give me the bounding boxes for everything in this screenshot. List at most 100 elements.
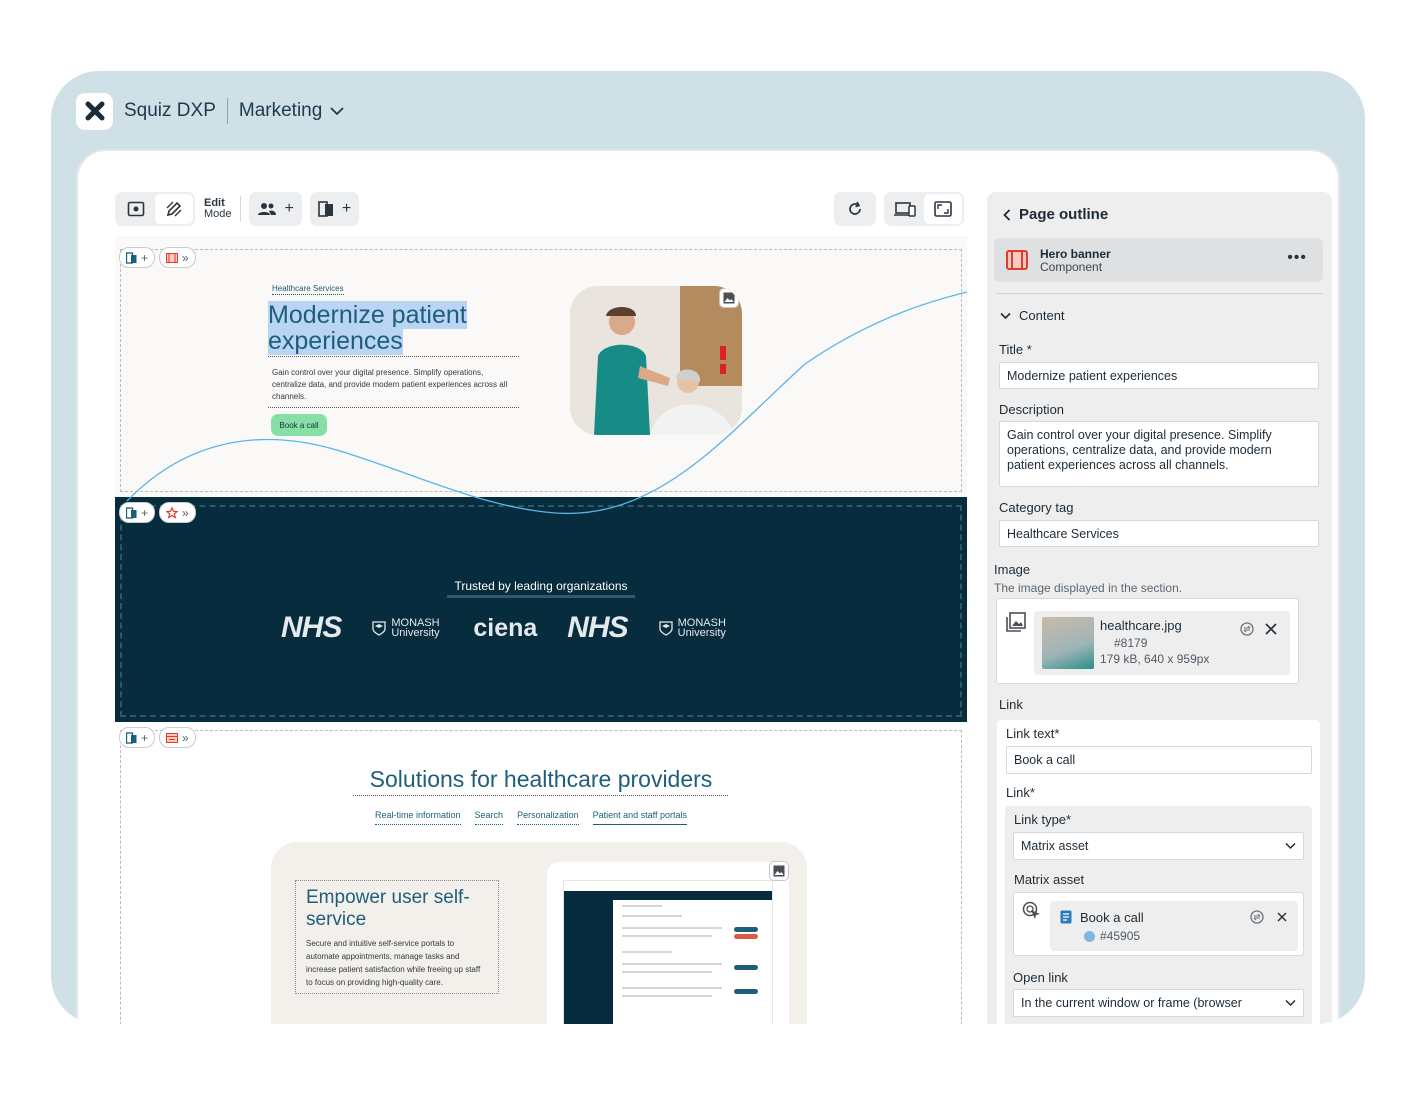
squiz-logo-icon[interactable] <box>76 92 113 130</box>
image-library-icon <box>1006 612 1026 632</box>
top-bar: Squiz DXP Marketing <box>76 91 344 131</box>
selected-asset-card: Book a call #45905 <box>1050 901 1298 951</box>
replace-icon[interactable] <box>1250 910 1264 924</box>
matrix-asset-name: Book a call <box>1080 910 1144 925</box>
link-group: Link text* Book a call Link* Link type* … <box>997 720 1320 1024</box>
portal-status-pill <box>734 989 758 994</box>
page-outline-panel: Page outline Hero banner Component ••• C… <box>987 192 1332 1024</box>
description-field[interactable]: Gain control over your digital presence.… <box>999 421 1319 487</box>
link-text-field[interactable]: Book a call <box>1006 746 1312 774</box>
link-settings: Link type* Matrix asset Matrix asset Boo… <box>1005 806 1312 1024</box>
section-controls: + » <box>119 727 196 748</box>
component-type: Component <box>1040 260 1103 274</box>
trusted-heading[interactable]: Trusted by leading organizations <box>115 579 967 593</box>
open-link-value: In the current window or frame (browser <box>1021 996 1242 1010</box>
title-field[interactable]: Modernize patient experiences <box>999 362 1319 389</box>
tab-personalization[interactable]: Personalization <box>517 810 579 825</box>
solutions-tabs: Real-time information Search Personaliza… <box>375 810 688 825</box>
add-audience-button[interactable]: + <box>248 192 302 226</box>
fullscreen-view-button[interactable] <box>924 194 962 224</box>
description-field-label: Description <box>999 402 1065 417</box>
divider <box>226 98 228 124</box>
toolbar-divider <box>239 196 241 222</box>
workspace-switcher[interactable]: Marketing <box>239 100 344 122</box>
page-canvas: + » Healthcare Services Modernize patien… <box>115 236 967 1024</box>
preview-mode-button[interactable] <box>117 194 155 224</box>
portal-row <box>622 915 682 917</box>
trusted-heading-underline <box>447 595 635 598</box>
link-type-select[interactable]: Matrix asset <box>1013 832 1304 860</box>
portal-row <box>622 963 722 965</box>
partner-logo-monash-text: MONASH University <box>677 617 726 639</box>
edit-mode-button[interactable] <box>155 194 193 224</box>
link-section-label: Link <box>999 697 1023 712</box>
component-type-chip[interactable]: » <box>159 727 196 748</box>
expand-icon: » <box>182 730 189 745</box>
portal-row <box>622 951 672 953</box>
image-field-label: Image <box>994 562 1031 577</box>
partner-logos: NHS MONASH University ciena NHS MONASH U… <box>281 611 730 645</box>
mode-text: Mode <box>204 208 232 220</box>
solution-card-description: Secure and intuitive self-service portal… <box>306 939 481 987</box>
partner-logo-ciena: ciena <box>473 613 538 642</box>
open-link-label: Open link <box>1013 970 1068 985</box>
refresh-icon <box>849 201 861 215</box>
tab-real-time-information[interactable]: Real-time information <box>375 810 461 825</box>
page-outline-title: Page outline <box>1019 206 1109 223</box>
mode-label: Edit Mode <box>204 198 232 220</box>
category-field-label: Category tag <box>999 500 1074 515</box>
add-variant-button[interactable]: + <box>309 192 360 226</box>
open-link-select[interactable]: In the current window or frame (browser <box>1013 989 1304 1017</box>
matrix-asset-picker[interactable]: Book a call #45905 <box>1013 892 1304 956</box>
image-badge[interactable] <box>769 861 789 881</box>
workspace-name: Marketing <box>238 100 323 121</box>
close-icon[interactable] <box>1276 911 1288 923</box>
refresh-group <box>834 192 876 226</box>
refresh-button[interactable] <box>836 194 874 224</box>
image-field-hint: The image displayed in the section. <box>994 581 1183 595</box>
image-meta: 179 kB, 640 x 959px <box>1100 652 1210 666</box>
replace-icon[interactable] <box>1240 622 1254 636</box>
tab-search[interactable]: Search <box>474 810 504 825</box>
portal-status-pill <box>734 927 758 932</box>
decorative-wave <box>126 291 967 515</box>
solutions-title[interactable]: Solutions for healthcare providers <box>115 766 967 793</box>
users-icon <box>257 203 276 215</box>
close-icon[interactable] <box>1264 622 1278 636</box>
title-field-label: Title * <box>999 342 1032 357</box>
image-picker[interactable]: healthcare.jpg #8179 179 kB, 640 x 959px <box>996 598 1299 684</box>
fullscreen-icon <box>934 201 952 217</box>
image-filename: healthcare.jpg <box>1100 618 1182 633</box>
portal-row <box>622 927 722 929</box>
more-options-icon[interactable]: ••• <box>1287 249 1307 267</box>
page-outline-back-button[interactable]: Page outline <box>1003 206 1108 223</box>
portal-screenshot[interactable] <box>547 861 789 1024</box>
chevron-down-icon <box>1285 999 1296 1007</box>
portal-row <box>622 935 712 937</box>
crest-icon <box>658 621 673 636</box>
portal-row <box>622 971 712 973</box>
matrix-asset-id: #45905 <box>1100 929 1141 943</box>
editor-toolbar: Edit Mode + + <box>115 192 360 226</box>
portal-row <box>622 987 722 989</box>
selected-component[interactable]: Hero banner Component ••• <box>994 238 1323 282</box>
portal-nav-bar <box>564 891 772 900</box>
mode-toggle <box>115 192 195 226</box>
solutions-section[interactable]: + » Solutions for healthcare providers R… <box>115 722 967 1024</box>
solution-card-text[interactable]: Empower user self-service Secure and int… <box>295 880 499 994</box>
selected-image-card: healthcare.jpg #8179 179 kB, 640 x 959px <box>1034 611 1290 675</box>
variant-icon <box>126 731 137 744</box>
tab-patient-staff-portals[interactable]: Patient and staff portals <box>592 810 688 825</box>
content-section-toggle[interactable]: Content <box>1000 308 1065 323</box>
chevron-down-icon <box>1285 842 1296 850</box>
solution-card: Empower user self-service Secure and int… <box>271 842 807 1024</box>
add-variant-chip[interactable]: + <box>119 727 156 748</box>
chevron-down-icon <box>330 107 344 116</box>
responsive-view-button[interactable] <box>886 194 924 224</box>
category-field[interactable]: Healthcare Services <box>999 520 1319 547</box>
image-thumbnail <box>1042 617 1094 669</box>
partner-logo-monash: MONASH University <box>371 618 443 639</box>
devices-icon <box>894 202 916 217</box>
content-label: Content <box>1019 308 1065 323</box>
variant-icon <box>318 201 333 217</box>
